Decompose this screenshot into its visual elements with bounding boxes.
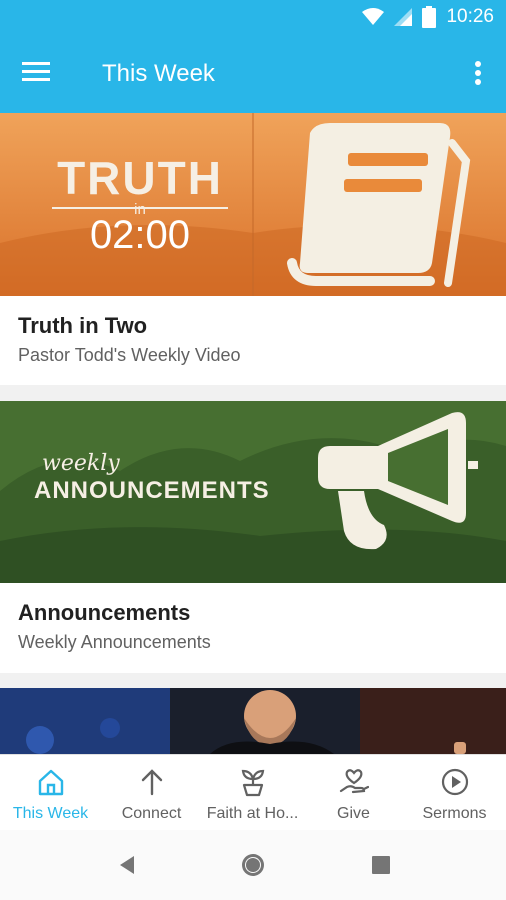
card-subtitle: Weekly Announcements (18, 632, 211, 652)
battery-icon (422, 6, 437, 28)
arrow-up-icon (141, 769, 163, 796)
more-vert-icon[interactable] (468, 58, 488, 92)
card-announcements[interactable]: weekly ANNOUNCEMENTS Announcements Weekl… (0, 401, 506, 673)
status-bar: 10:26 (0, 0, 506, 36)
wifi-icon (362, 8, 385, 25)
nav-give[interactable]: Give (303, 755, 404, 831)
truth-in-two-banner: TRUTH in 02:00 (0, 113, 506, 296)
status-time: 10:26 (446, 6, 494, 27)
nav-this-week[interactable]: This Week (0, 755, 101, 831)
back-icon[interactable] (112, 850, 152, 880)
banner-truth-text: TRUTH (57, 152, 223, 204)
nav-faith-at-home[interactable]: Faith at Ho... (202, 755, 303, 831)
banner-announcements-text: ANNOUNCEMENTS (34, 477, 270, 504)
content-feed: TRUTH in 02:00 Truth in Two Pastor Todd'… (0, 113, 506, 754)
nav-label: Sermons (422, 805, 487, 822)
banner-time-text: 02:00 (89, 213, 191, 257)
sermon-banner-image (0, 688, 506, 754)
nav-label: Connect (121, 805, 182, 822)
banner-weekly-text: weekly (42, 451, 120, 476)
hamburger-menu-icon[interactable] (22, 60, 58, 90)
card-divider (0, 385, 506, 401)
nav-label: Faith at Ho... (206, 805, 299, 822)
play-circle-icon (441, 768, 469, 796)
system-navigation-bar (0, 830, 506, 900)
give-heart-hand-icon (339, 769, 369, 794)
nav-connect[interactable]: Connect (101, 755, 202, 831)
card-sermon-preview[interactable] (0, 688, 506, 754)
app-bar: This Week (0, 36, 506, 113)
recents-icon[interactable] (366, 850, 406, 880)
card-truth-in-two[interactable]: TRUTH in 02:00 Truth in Two Pastor Todd'… (0, 113, 506, 385)
bottom-navigation: This Week Connect Faith at Ho... Give Se… (0, 754, 506, 830)
home-button-icon[interactable] (238, 850, 278, 880)
nav-label: Give (337, 805, 370, 822)
card-subtitle: Pastor Todd's Weekly Video (18, 345, 241, 365)
card-divider (0, 673, 506, 689)
announcements-banner: weekly ANNOUNCEMENTS (0, 401, 506, 583)
card-title: Announcements (18, 600, 191, 625)
nav-sermons[interactable]: Sermons (404, 755, 505, 831)
home-icon (38, 769, 64, 796)
signal-icon (394, 8, 413, 26)
plant-icon (241, 769, 265, 797)
page-title: This Week (102, 60, 215, 87)
card-title: Truth in Two (18, 313, 148, 338)
nav-label: This Week (12, 805, 89, 822)
